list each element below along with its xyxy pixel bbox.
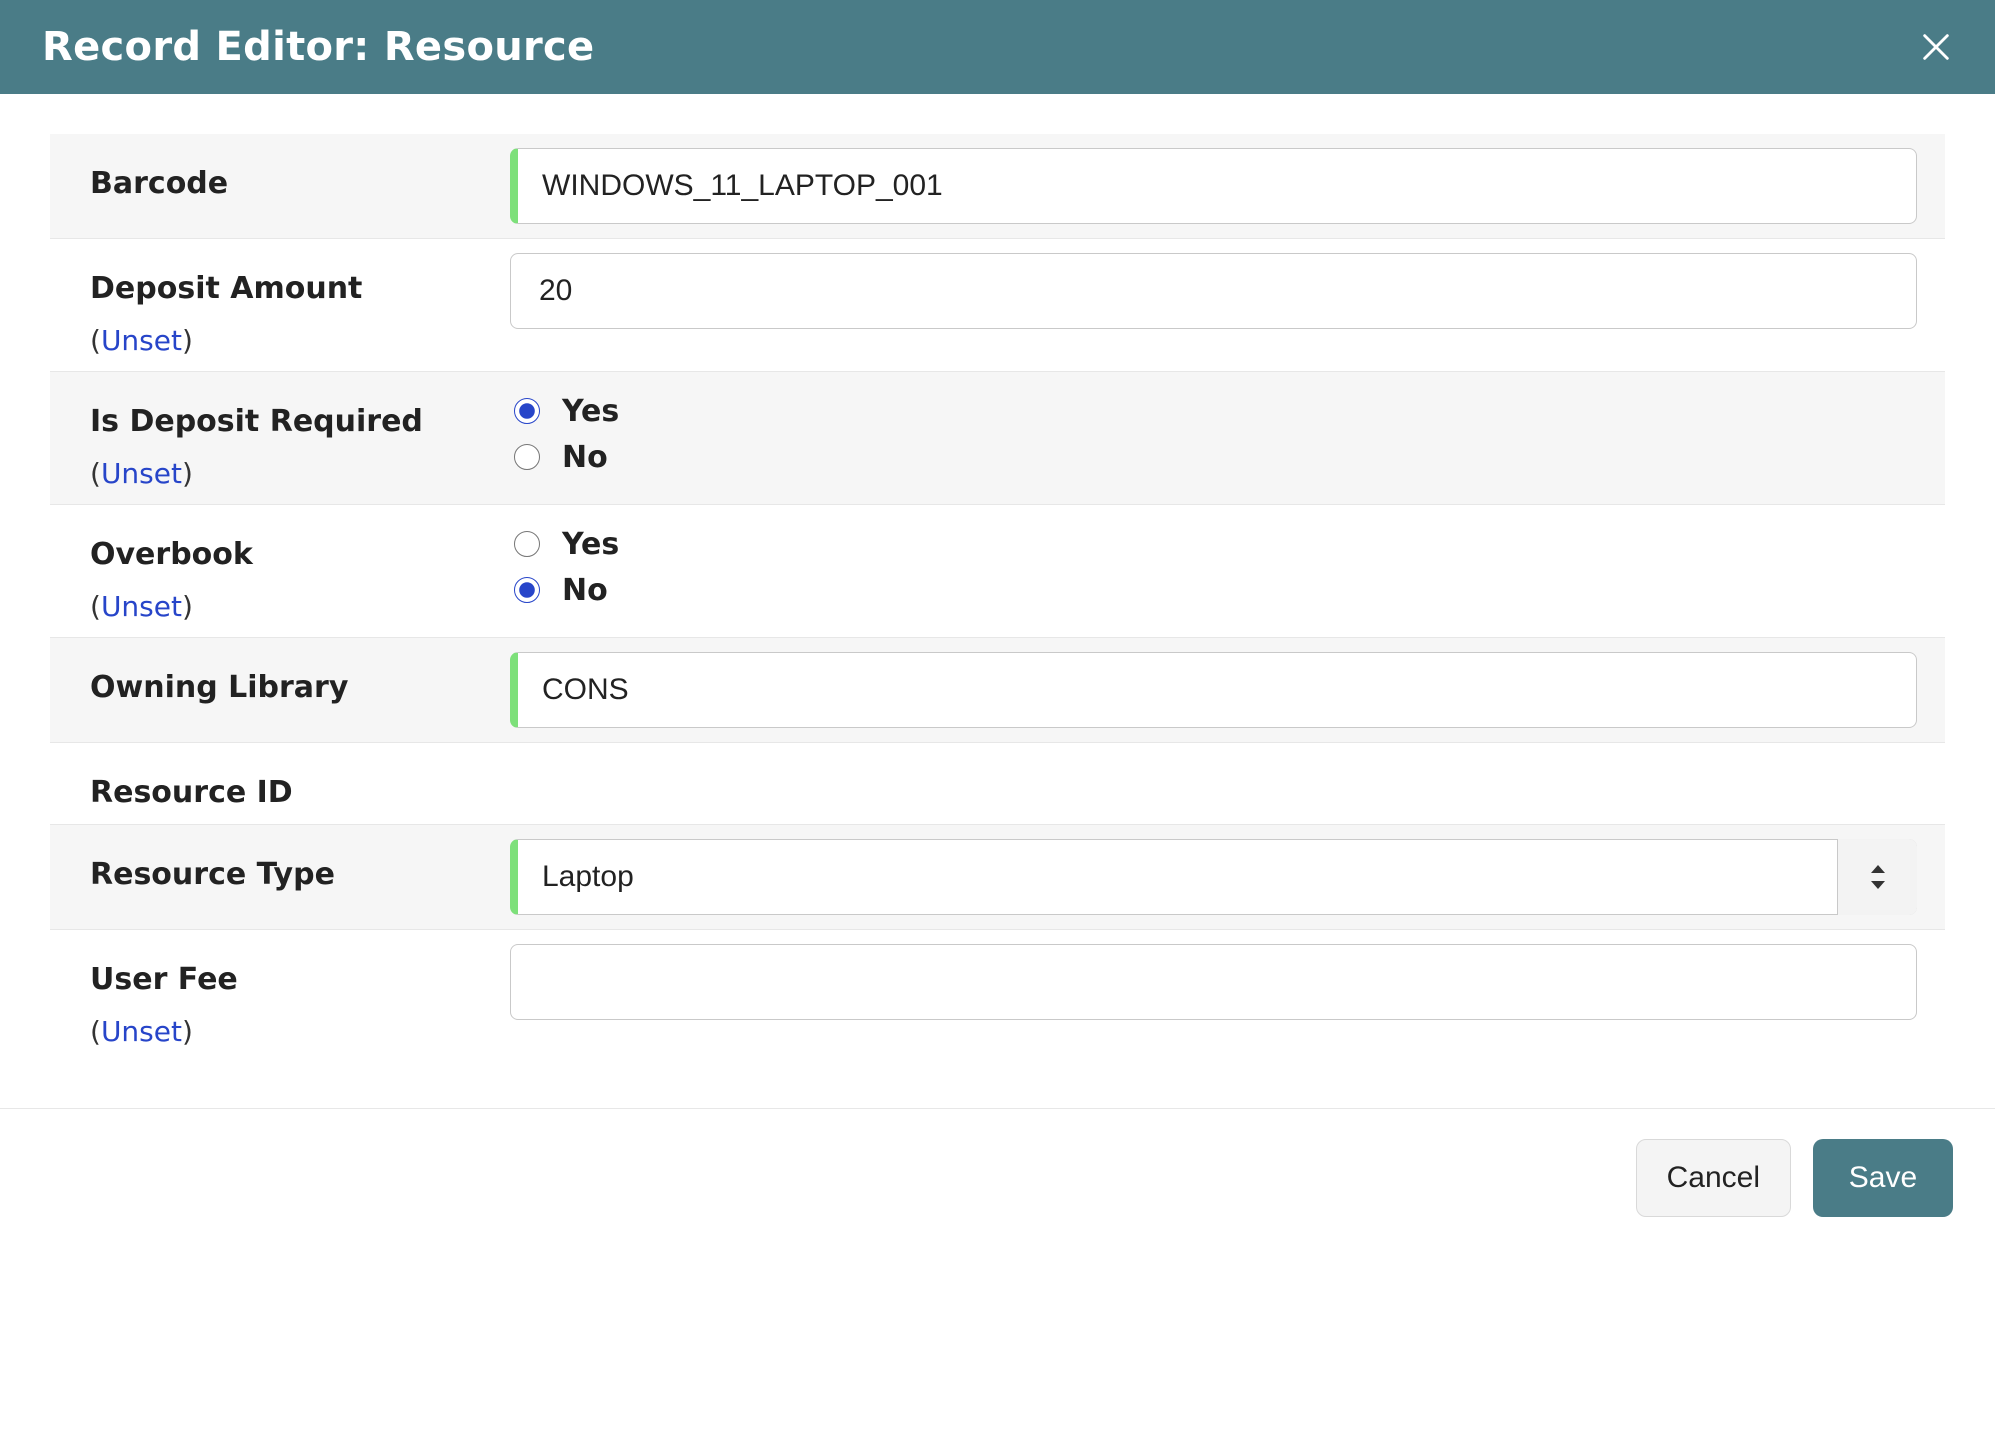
row-overbook: Overbook (Unset) Yes No [50, 505, 1945, 638]
is-deposit-required-yes-option[interactable]: Yes [510, 388, 1917, 434]
is-deposit-required-unset-wrap: (Unset) [90, 457, 510, 490]
record-editor-dialog: Record Editor: Resource Barcode Deposit … [0, 0, 1995, 1257]
deposit-amount-unset-link[interactable]: Unset [101, 324, 182, 357]
is-deposit-required-no-radio[interactable] [514, 444, 540, 470]
row-resource-type: Resource Type [50, 825, 1945, 930]
label-resource-id: Resource ID [90, 775, 510, 810]
user-fee-unset-wrap: (Unset) [90, 1015, 510, 1048]
cancel-button[interactable]: Cancel [1636, 1139, 1791, 1217]
overbook-radio-group: Yes No [510, 519, 1917, 613]
row-is-deposit-required: Is Deposit Required (Unset) Yes No [50, 372, 1945, 505]
row-resource-id: Resource ID [50, 743, 1945, 825]
is-deposit-required-radio-group: Yes No [510, 386, 1917, 480]
overbook-no-radio[interactable] [514, 577, 540, 603]
deposit-amount-input[interactable] [510, 253, 1917, 329]
resource-type-input[interactable] [510, 839, 1917, 915]
overbook-no-label: No [562, 573, 608, 608]
label-user-fee: User Fee [90, 962, 510, 997]
dialog-footer: Cancel Save [0, 1108, 1995, 1257]
overbook-yes-radio[interactable] [514, 531, 540, 557]
is-deposit-required-no-option[interactable]: No [510, 434, 1917, 480]
dialog-title: Record Editor: Resource [42, 24, 595, 70]
row-barcode: Barcode [50, 134, 1945, 239]
user-fee-unset-link[interactable]: Unset [101, 1015, 182, 1048]
label-is-deposit-required: Is Deposit Required [90, 404, 510, 439]
label-overbook: Overbook [90, 537, 510, 572]
deposit-amount-unset-wrap: (Unset) [90, 324, 510, 357]
is-deposit-required-yes-label: Yes [562, 394, 619, 429]
owning-library-input[interactable] [510, 652, 1917, 728]
is-deposit-required-yes-radio[interactable] [514, 398, 540, 424]
overbook-unset-link[interactable]: Unset [101, 590, 182, 623]
close-icon[interactable] [1919, 30, 1953, 64]
user-fee-input[interactable] [510, 944, 1917, 1020]
overbook-yes-option[interactable]: Yes [510, 521, 1917, 567]
row-user-fee: User Fee (Unset) [50, 930, 1945, 1062]
dialog-titlebar: Record Editor: Resource [0, 0, 1995, 94]
is-deposit-required-no-label: No [562, 440, 608, 475]
is-deposit-required-unset-link[interactable]: Unset [101, 457, 182, 490]
barcode-input[interactable] [510, 148, 1917, 224]
overbook-unset-wrap: (Unset) [90, 590, 510, 623]
resource-type-select[interactable] [510, 839, 1917, 915]
label-barcode: Barcode [90, 166, 510, 201]
label-resource-type: Resource Type [90, 857, 510, 892]
row-deposit-amount: Deposit Amount (Unset) [50, 239, 1945, 372]
overbook-yes-label: Yes [562, 527, 619, 562]
save-button[interactable]: Save [1813, 1139, 1953, 1217]
label-owning-library: Owning Library [90, 670, 510, 705]
form: Barcode Deposit Amount (Unset) Is Deposi… [0, 94, 1995, 1062]
label-deposit-amount: Deposit Amount [90, 271, 510, 306]
overbook-no-option[interactable]: No [510, 567, 1917, 613]
row-owning-library: Owning Library [50, 638, 1945, 743]
